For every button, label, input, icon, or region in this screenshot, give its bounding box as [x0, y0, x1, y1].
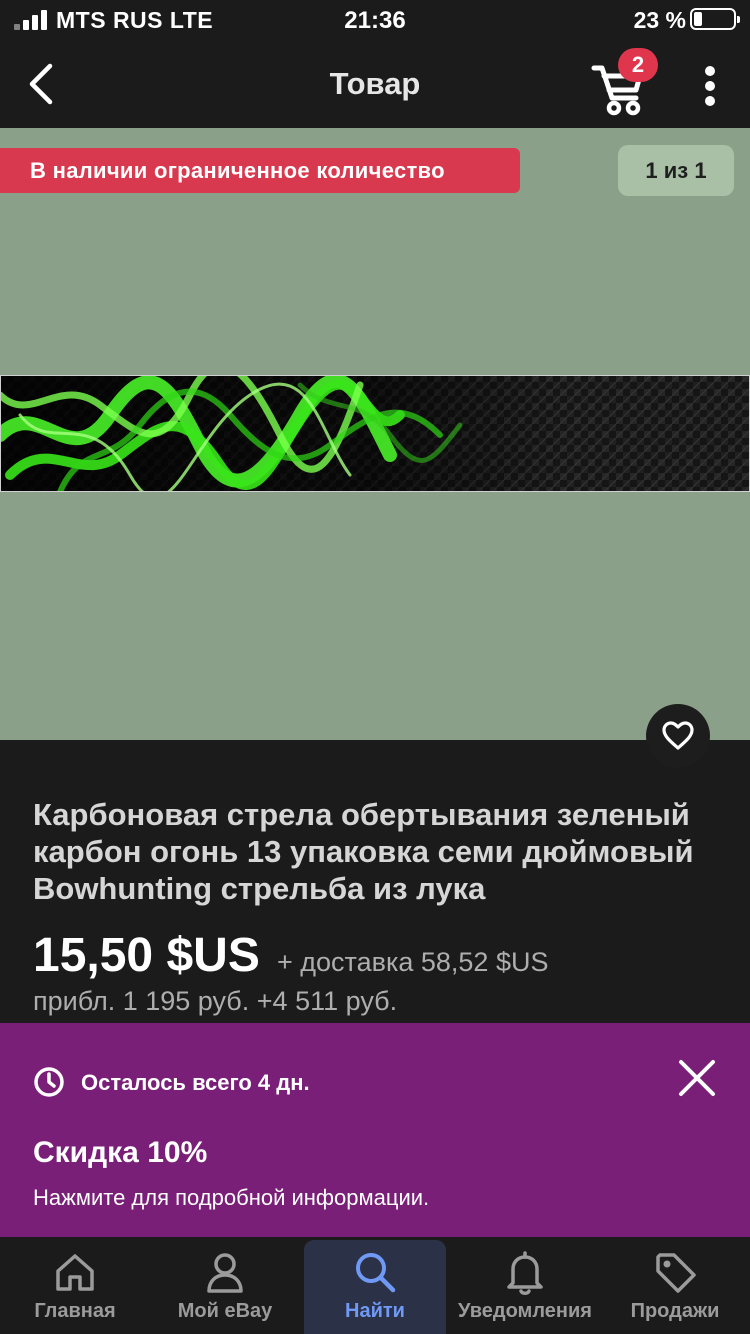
tab-search[interactable]: Найти [304, 1237, 446, 1334]
shipping-cost: + доставка 58,52 $US [277, 947, 549, 977]
back-button[interactable] [22, 58, 66, 110]
tab-home[interactable]: Главная [0, 1237, 150, 1334]
promo-timer: Осталось всего 4 дн. [81, 1070, 310, 1095]
tab-search-label: Найти [345, 1300, 405, 1322]
promo-close-button[interactable] [674, 1055, 720, 1101]
tab-my-ebay[interactable]: Мой eBay [150, 1237, 300, 1334]
status-bar: MTS RUS LTE 21:36 23 % [0, 0, 750, 44]
product-title: Карбоновая стрела обертывания зеленый ка… [33, 797, 694, 906]
more-dots-icon [705, 66, 715, 76]
tab-selling-label: Продажи [630, 1300, 720, 1322]
promo-discount: Скидка 10% [33, 1136, 208, 1169]
limited-stock-banner: В наличии ограниченное количество [0, 148, 520, 193]
promo-details: Нажмите для подробной информации. [33, 1185, 430, 1210]
close-icon [679, 1060, 715, 1096]
tab-home-label: Главная [34, 1300, 116, 1322]
tab-notifications-label: Уведомления [458, 1300, 592, 1322]
clock-icon [34, 1067, 64, 1097]
back-arrow-icon [29, 63, 53, 105]
home-icon [56, 1254, 94, 1291]
image-counter: 1 из 1 [618, 145, 734, 196]
tab-notifications[interactable]: Уведомления [450, 1237, 600, 1334]
battery-icon [690, 8, 740, 30]
more-options-button[interactable] [696, 62, 724, 110]
approx-price: прибл. 1 195 руб. +4 511 руб. [33, 986, 398, 1016]
tag-icon [656, 1253, 696, 1293]
image-gallery[interactable]: В наличии ограниченное количество 1 из 1 [0, 128, 750, 740]
product-image[interactable] [0, 375, 750, 492]
heart-icon [662, 721, 694, 750]
cart-count-badge: 2 [618, 48, 658, 82]
tab-selling[interactable]: Продажи [600, 1237, 750, 1334]
search-icon [356, 1253, 396, 1293]
product-price: 15,50 $US [33, 929, 260, 982]
tab-my-ebay-label: Мой eBay [177, 1300, 273, 1322]
battery-percentage: 23 % [633, 7, 686, 33]
promo-banner[interactable]: Осталось всего 4 дн. Скидка 10% Нажмите … [0, 1023, 750, 1237]
person-icon [207, 1253, 243, 1293]
tab-bar: Главная Мой eBay Найти Уведомления Прода… [0, 1237, 750, 1334]
watchlist-button[interactable] [646, 704, 710, 768]
product-screen: MTS RUS LTE 21:36 23 % Товар 2 В наличии… [0, 0, 750, 1334]
bell-icon [507, 1251, 543, 1295]
nav-bar: Товар 2 [0, 44, 750, 128]
